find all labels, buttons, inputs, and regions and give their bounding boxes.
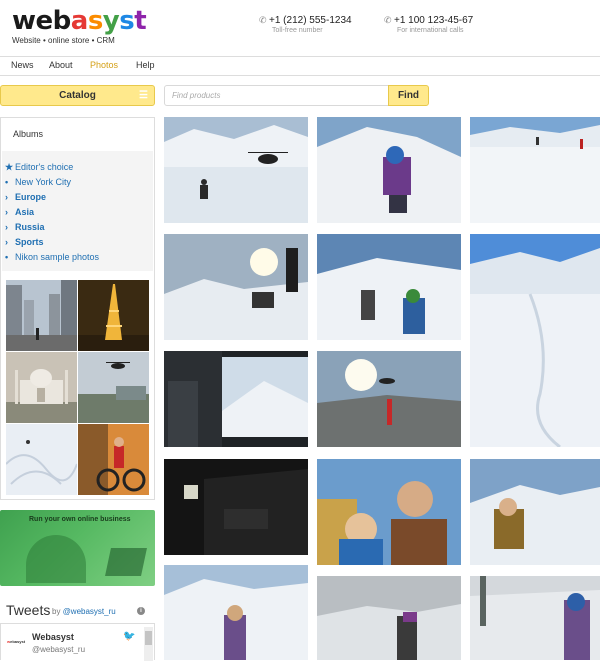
avatar[interactable]: webasyst xyxy=(7,632,27,652)
phone-number: +1 (212) 555-1234 xyxy=(269,15,352,26)
photo-thumb[interactable] xyxy=(470,234,600,447)
tweets-title: Tweets xyxy=(6,602,51,618)
site-header: webasyst Website • online store • CRM ✆ +… xyxy=(0,0,600,56)
album-nikon-sample-photos[interactable]: • Nikon sample photos xyxy=(5,252,99,262)
album-list: ★ Editor's choice • New York City › Europe … xyxy=(2,151,153,271)
catalog-label: Catalog xyxy=(59,90,96,101)
photo-thumb[interactable] xyxy=(317,459,461,565)
chevron-right-icon: › xyxy=(5,222,8,232)
photo-thumb[interactable] xyxy=(470,459,600,565)
album-thumb-new-york[interactable] xyxy=(6,280,77,351)
album-editors-choice[interactable]: ★ Editor's choice xyxy=(5,162,73,173)
phone-international: ✆ +1 100 123-45-67 For international call… xyxy=(384,15,473,34)
main-nav: News About Photos Help xyxy=(0,56,600,76)
info-icon[interactable]: i xyxy=(137,607,145,615)
album-thumb-russia[interactable] xyxy=(78,352,149,423)
album-thumb-asia[interactable] xyxy=(6,352,77,423)
chevron-right-icon: › xyxy=(5,192,8,202)
nav-help[interactable]: Help xyxy=(136,60,155,70)
logo-letter: s xyxy=(87,6,103,36)
photo-thumb[interactable] xyxy=(470,576,600,660)
nav-photos[interactable]: Photos xyxy=(90,60,118,70)
chevron-right-icon: › xyxy=(5,207,8,217)
logo-letter: y xyxy=(102,6,120,36)
banner-image xyxy=(26,535,86,583)
photo-thumb[interactable] xyxy=(164,459,308,555)
phone-note: For international calls xyxy=(397,27,464,34)
album-asia[interactable]: › Asia xyxy=(5,207,34,217)
phone-icon: ✆ xyxy=(259,15,267,25)
phone-tollfree: ✆ +1 (212) 555-1234 Toll-free number xyxy=(259,15,352,34)
chevron-right-icon: › xyxy=(5,237,8,247)
logo-letter: a xyxy=(70,6,89,36)
bullet-icon: • xyxy=(5,177,9,187)
album-label: Asia xyxy=(15,207,35,217)
scrollbar-thumb[interactable] xyxy=(145,631,152,645)
photo-thumb[interactable] xyxy=(317,576,461,660)
logo-letter: s xyxy=(119,6,135,36)
photo-thumb[interactable] xyxy=(317,117,461,223)
tweets-by-prefix: by xyxy=(52,607,61,616)
phone-icon: ✆ xyxy=(384,15,392,25)
albums-title: Albums xyxy=(13,129,44,139)
star-icon: ★ xyxy=(5,162,14,172)
laptop-icon xyxy=(105,548,147,576)
logo-letter: t xyxy=(134,6,147,36)
tweet-scrollbar[interactable] xyxy=(144,627,153,661)
album-sports[interactable]: › Sports xyxy=(5,237,44,247)
album-label: New York City xyxy=(15,177,72,187)
site-tagline: Website • online store • CRM xyxy=(12,36,115,45)
albums-sidebar: Albums ★ Editor's choice • New York City ›… xyxy=(0,117,155,500)
catalog-button[interactable]: Catalog ☰ xyxy=(0,85,155,106)
site-logo[interactable]: webasyst xyxy=(12,6,147,36)
twitter-bird-icon: 🐦 xyxy=(123,631,136,642)
album-thumb-europe[interactable] xyxy=(78,280,149,351)
photo-thumb[interactable] xyxy=(470,117,600,223)
banner-text: Run your own online business xyxy=(29,516,131,523)
tweet-author[interactable]: Webasyst xyxy=(32,632,74,642)
album-label: Russia xyxy=(15,222,45,232)
logo-part: web xyxy=(12,6,71,36)
phone-note: Toll-free number xyxy=(272,27,323,34)
nav-about[interactable]: About xyxy=(49,60,73,70)
tweets-by-handle: @webasyst_ru xyxy=(62,607,116,616)
hamburger-icon: ☰ xyxy=(139,90,148,101)
tweets-byline[interactable]: by @webasyst_ru xyxy=(52,607,116,616)
nav-news[interactable]: News xyxy=(11,60,34,70)
tweet-card: webasyst Webasyst @webasyst_ru 🐦 xyxy=(0,623,155,661)
album-label: Sports xyxy=(15,237,44,247)
photo-thumb[interactable] xyxy=(164,351,308,447)
album-new-york-city[interactable]: • New York City xyxy=(5,177,71,187)
album-label: Europe xyxy=(15,192,47,202)
bullet-icon: • xyxy=(5,252,9,262)
album-label: Nikon sample photos xyxy=(15,252,100,262)
album-thumbnails xyxy=(5,280,149,496)
phone-number: +1 100 123-45-67 xyxy=(394,15,474,26)
photo-thumb[interactable] xyxy=(317,234,461,340)
photo-thumb[interactable] xyxy=(164,234,308,340)
album-russia[interactable]: › Russia xyxy=(5,222,45,232)
photo-thumb[interactable] xyxy=(164,565,308,660)
tweet-handle[interactable]: @webasyst_ru xyxy=(32,645,85,654)
search-input[interactable]: Find products xyxy=(164,85,389,106)
album-thumb-sports[interactable] xyxy=(5,424,78,495)
album-label: Editor's choice xyxy=(15,162,74,172)
album-europe[interactable]: › Europe xyxy=(5,192,46,202)
album-thumb-nikon[interactable] xyxy=(78,424,149,495)
promo-banner[interactable]: Run your own online business xyxy=(0,510,155,586)
search-button[interactable]: Find xyxy=(388,85,429,106)
photo-thumb[interactable] xyxy=(164,117,308,223)
photo-thumb[interactable] xyxy=(317,351,461,447)
